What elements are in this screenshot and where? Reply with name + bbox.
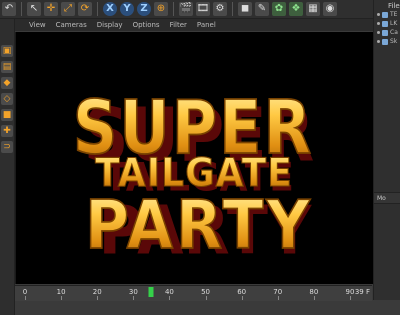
text-object-icon xyxy=(382,11,388,18)
light-object-icon xyxy=(382,20,388,27)
object-label: Sk xyxy=(390,38,398,45)
timeline-tick-mark xyxy=(277,296,279,300)
camera-icon[interactable]: ◉ xyxy=(323,2,337,16)
object-row[interactable]: Sk xyxy=(374,37,400,46)
rotate-tool-icon[interactable]: ⟳ xyxy=(78,2,92,16)
enable-axis-icon[interactable]: ✚ xyxy=(1,125,13,137)
y-axis-toggle[interactable]: Y xyxy=(120,2,134,16)
cube-object-icon[interactable]: ◼ xyxy=(238,2,252,16)
snap-icon[interactable]: ⊃ xyxy=(1,141,13,153)
timeline-tick-mark xyxy=(169,296,171,300)
camera-object-icon xyxy=(382,29,388,36)
timeline-tick-label: 70 xyxy=(273,288,283,296)
object-manager-menu-file[interactable]: File xyxy=(374,0,400,10)
object-dot-icon xyxy=(377,31,380,34)
timeline-tick-label: 80 xyxy=(309,288,319,296)
object-label: LK xyxy=(390,20,398,27)
scale-tool-icon[interactable]: ⤢ xyxy=(61,2,75,16)
scene-icon[interactable]: ▦ xyxy=(306,2,320,16)
timeline-tick-label: 40 xyxy=(164,288,174,296)
timeline-tick-label: 60 xyxy=(237,288,247,296)
timeline-tick-label: 90 xyxy=(345,288,355,296)
menu-panel[interactable]: Panel xyxy=(197,21,216,29)
frame-readout: 39 F xyxy=(354,288,370,296)
timeline-tick-mark xyxy=(133,296,135,300)
object-label: Ca xyxy=(390,29,398,36)
object-manager: File TE LK Ca Sk Mo xyxy=(373,0,400,300)
sky-object-icon xyxy=(382,38,388,45)
menu-cameras[interactable]: Cameras xyxy=(56,21,87,29)
attributes-mode-label: Mo xyxy=(377,194,386,202)
object-row[interactable]: TE xyxy=(374,10,400,19)
timeline-track[interactable]: 0 10 20 30 40 50 60 70 80 90 xyxy=(22,286,354,301)
object-label: TE xyxy=(390,11,398,18)
object-dot-icon xyxy=(377,40,380,43)
object-row[interactable]: Ca xyxy=(374,28,400,37)
world-coordinates-icon[interactable]: ⊕ xyxy=(154,2,168,16)
polygons-mode-icon[interactable]: ■ xyxy=(1,109,13,121)
select-tool-icon[interactable]: ↖ xyxy=(27,2,41,16)
timeline-playhead[interactable] xyxy=(148,287,154,297)
object-dot-icon xyxy=(377,22,380,25)
mode-toolbar: ▣ ▤ ◆ ◇ ■ ✚ ⊃ xyxy=(0,19,15,315)
timeline-tick-label: 10 xyxy=(56,288,66,296)
main-toolbar: ↶ ↖ ✛ ⤢ ⟳ X Y Z ⊕ 🎬 🎞 ⚙ ◼ ✎ ✿ ❖ ▦ ◉ xyxy=(0,0,374,19)
timeline-tick-mark xyxy=(61,296,63,300)
deformer-icon[interactable]: ❖ xyxy=(289,2,303,16)
timeline[interactable]: 0 10 20 30 40 50 60 70 80 90 39 F xyxy=(15,285,372,301)
timeline-tick-mark xyxy=(25,296,26,300)
toolbar-divider xyxy=(232,2,233,16)
timeline-tick-mark xyxy=(205,296,207,300)
menu-options[interactable]: Options xyxy=(133,21,160,29)
render-settings-icon[interactable]: ⚙ xyxy=(213,2,227,16)
viewport-3d[interactable]: SUPER SUPER TAILGATE TAILGATE PARTY PART… xyxy=(15,32,373,284)
move-tool-icon[interactable]: ✛ xyxy=(44,2,58,16)
z-axis-toggle[interactable]: Z xyxy=(137,2,151,16)
cloner-icon[interactable]: ✿ xyxy=(272,2,286,16)
texture-mode-icon[interactable]: ▤ xyxy=(1,61,13,73)
timeline-tick-mark xyxy=(241,296,243,300)
timeline-tick-label: 20 xyxy=(92,288,102,296)
x-axis-toggle[interactable]: X xyxy=(103,2,117,16)
viewport-menu-bar: View Cameras Display Options Filter Pane… xyxy=(15,19,386,31)
timeline-tick-label: 30 xyxy=(128,288,138,296)
timeline-tick-mark xyxy=(97,296,99,300)
undo-icon[interactable]: ↶ xyxy=(2,2,16,16)
timeline-tick-mark xyxy=(350,296,351,300)
toolbar-divider xyxy=(97,2,98,16)
menu-filter[interactable]: Filter xyxy=(170,21,187,29)
menu-view[interactable]: View xyxy=(29,21,46,29)
object-row[interactable]: LK xyxy=(374,19,400,28)
model-mode-icon[interactable]: ▣ xyxy=(1,45,13,57)
attributes-manager-header[interactable]: Mo xyxy=(374,192,400,204)
pen-spline-icon[interactable]: ✎ xyxy=(255,2,269,16)
menu-display[interactable]: Display xyxy=(97,21,123,29)
toolbar-divider xyxy=(21,2,22,16)
timeline-tick-label: 0 xyxy=(22,288,28,296)
timeline-tick-mark xyxy=(313,296,315,300)
render-view-icon[interactable]: 🎬 xyxy=(179,2,193,16)
toolbar-divider xyxy=(173,2,174,16)
render-canvas: SUPER SUPER TAILGATE TAILGATE PARTY PART… xyxy=(16,32,373,284)
object-dot-icon xyxy=(377,13,380,16)
edges-mode-icon[interactable]: ◇ xyxy=(1,93,13,105)
title-line-3: PARTY xyxy=(85,187,313,265)
render-picture-viewer-icon[interactable]: 🎞 xyxy=(196,2,210,16)
timeline-tick-label: 50 xyxy=(201,288,211,296)
points-mode-icon[interactable]: ◆ xyxy=(1,77,13,89)
